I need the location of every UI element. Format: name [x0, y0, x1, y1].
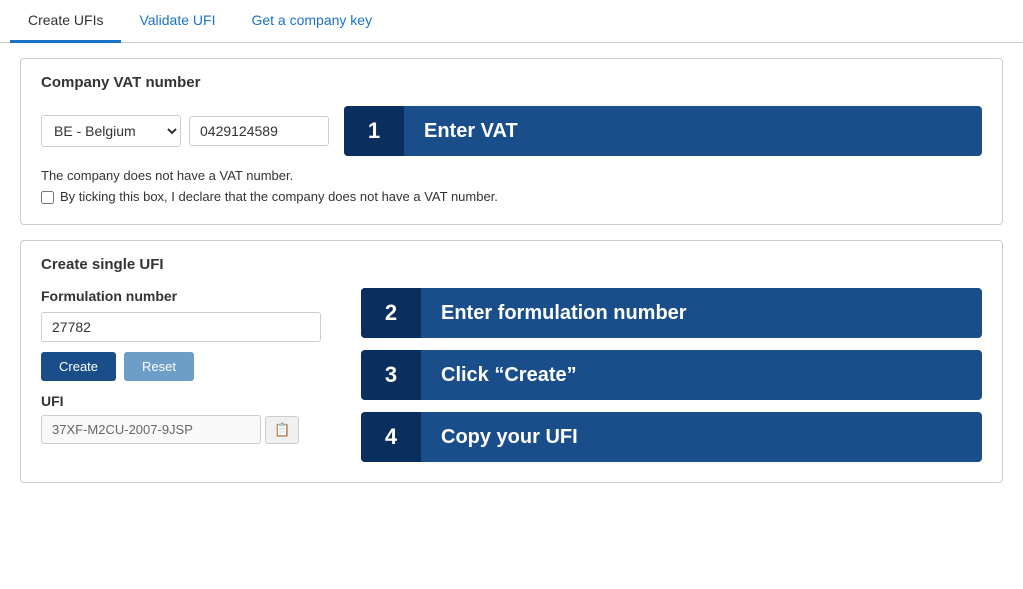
instruction1-badge: 1: [344, 106, 404, 156]
formulation-input[interactable]: [41, 312, 321, 342]
copy-icon: 📋: [274, 422, 290, 437]
ufi-instructions-right: 2 Enter formulation number 3 Click “Crea…: [361, 288, 982, 462]
instruction3-text: Click “Create”: [421, 364, 982, 387]
tab-company-key[interactable]: Get a company key: [233, 0, 390, 43]
vat-section-title: Company VAT number: [41, 74, 982, 91]
no-vat-checkbox[interactable]: [41, 191, 54, 204]
instruction3-badge: 3: [361, 350, 421, 400]
ufi-section-title: Create single UFI: [41, 256, 982, 273]
country-select[interactable]: BE - Belgium: [41, 115, 181, 147]
no-vat-checkbox-row: By ticking this box, I declare that the …: [41, 189, 982, 204]
vat-input-row: BE - Belgium 1 Enter VAT: [41, 106, 982, 156]
instruction4-button: 4 Copy your UFI: [361, 412, 982, 462]
tab-bar: Create UFIs Validate UFI Get a company k…: [0, 0, 1023, 43]
instruction2-text: Enter formulation number: [421, 302, 982, 325]
formulation-label: Formulation number: [41, 288, 341, 304]
ufi-output-field[interactable]: [41, 415, 261, 444]
instruction3-button: 3 Click “Create”: [361, 350, 982, 400]
no-vat-text: The company does not have a VAT number.: [41, 168, 982, 183]
instruction1-button: 1 Enter VAT: [344, 106, 982, 156]
action-buttons-row: Create Reset: [41, 352, 341, 381]
vat-inputs-group: BE - Belgium: [41, 115, 329, 147]
instruction2-badge: 2: [361, 288, 421, 338]
vat-number-input[interactable]: [189, 116, 329, 146]
copy-ufi-button[interactable]: 📋: [265, 416, 299, 444]
ufi-form-left: Formulation number Create Reset UFI 📋: [41, 288, 341, 444]
no-vat-checkbox-label: By ticking this box, I declare that the …: [60, 189, 498, 204]
instruction1-container: 1 Enter VAT: [344, 106, 982, 156]
ufi-section: Create single UFI Formulation number Cre…: [20, 240, 1003, 483]
instruction4-text: Copy your UFI: [421, 426, 982, 449]
tab-create-ufis[interactable]: Create UFIs: [10, 0, 121, 43]
instruction4-badge: 4: [361, 412, 421, 462]
vat-section: Company VAT number BE - Belgium 1 Enter …: [20, 58, 1003, 225]
ufi-output-label: UFI: [41, 393, 341, 409]
create-button[interactable]: Create: [41, 352, 116, 381]
tab-validate-ufi[interactable]: Validate UFI: [121, 0, 233, 43]
reset-button[interactable]: Reset: [124, 352, 194, 381]
ufi-section-inner: Formulation number Create Reset UFI 📋: [41, 288, 982, 462]
page-container: Create UFIs Validate UFI Get a company k…: [0, 0, 1023, 589]
main-content: Company VAT number BE - Belgium 1 Enter …: [0, 43, 1023, 498]
ufi-output-row: 📋: [41, 415, 341, 444]
instruction2-button: 2 Enter formulation number: [361, 288, 982, 338]
instruction1-text: Enter VAT: [404, 120, 982, 143]
